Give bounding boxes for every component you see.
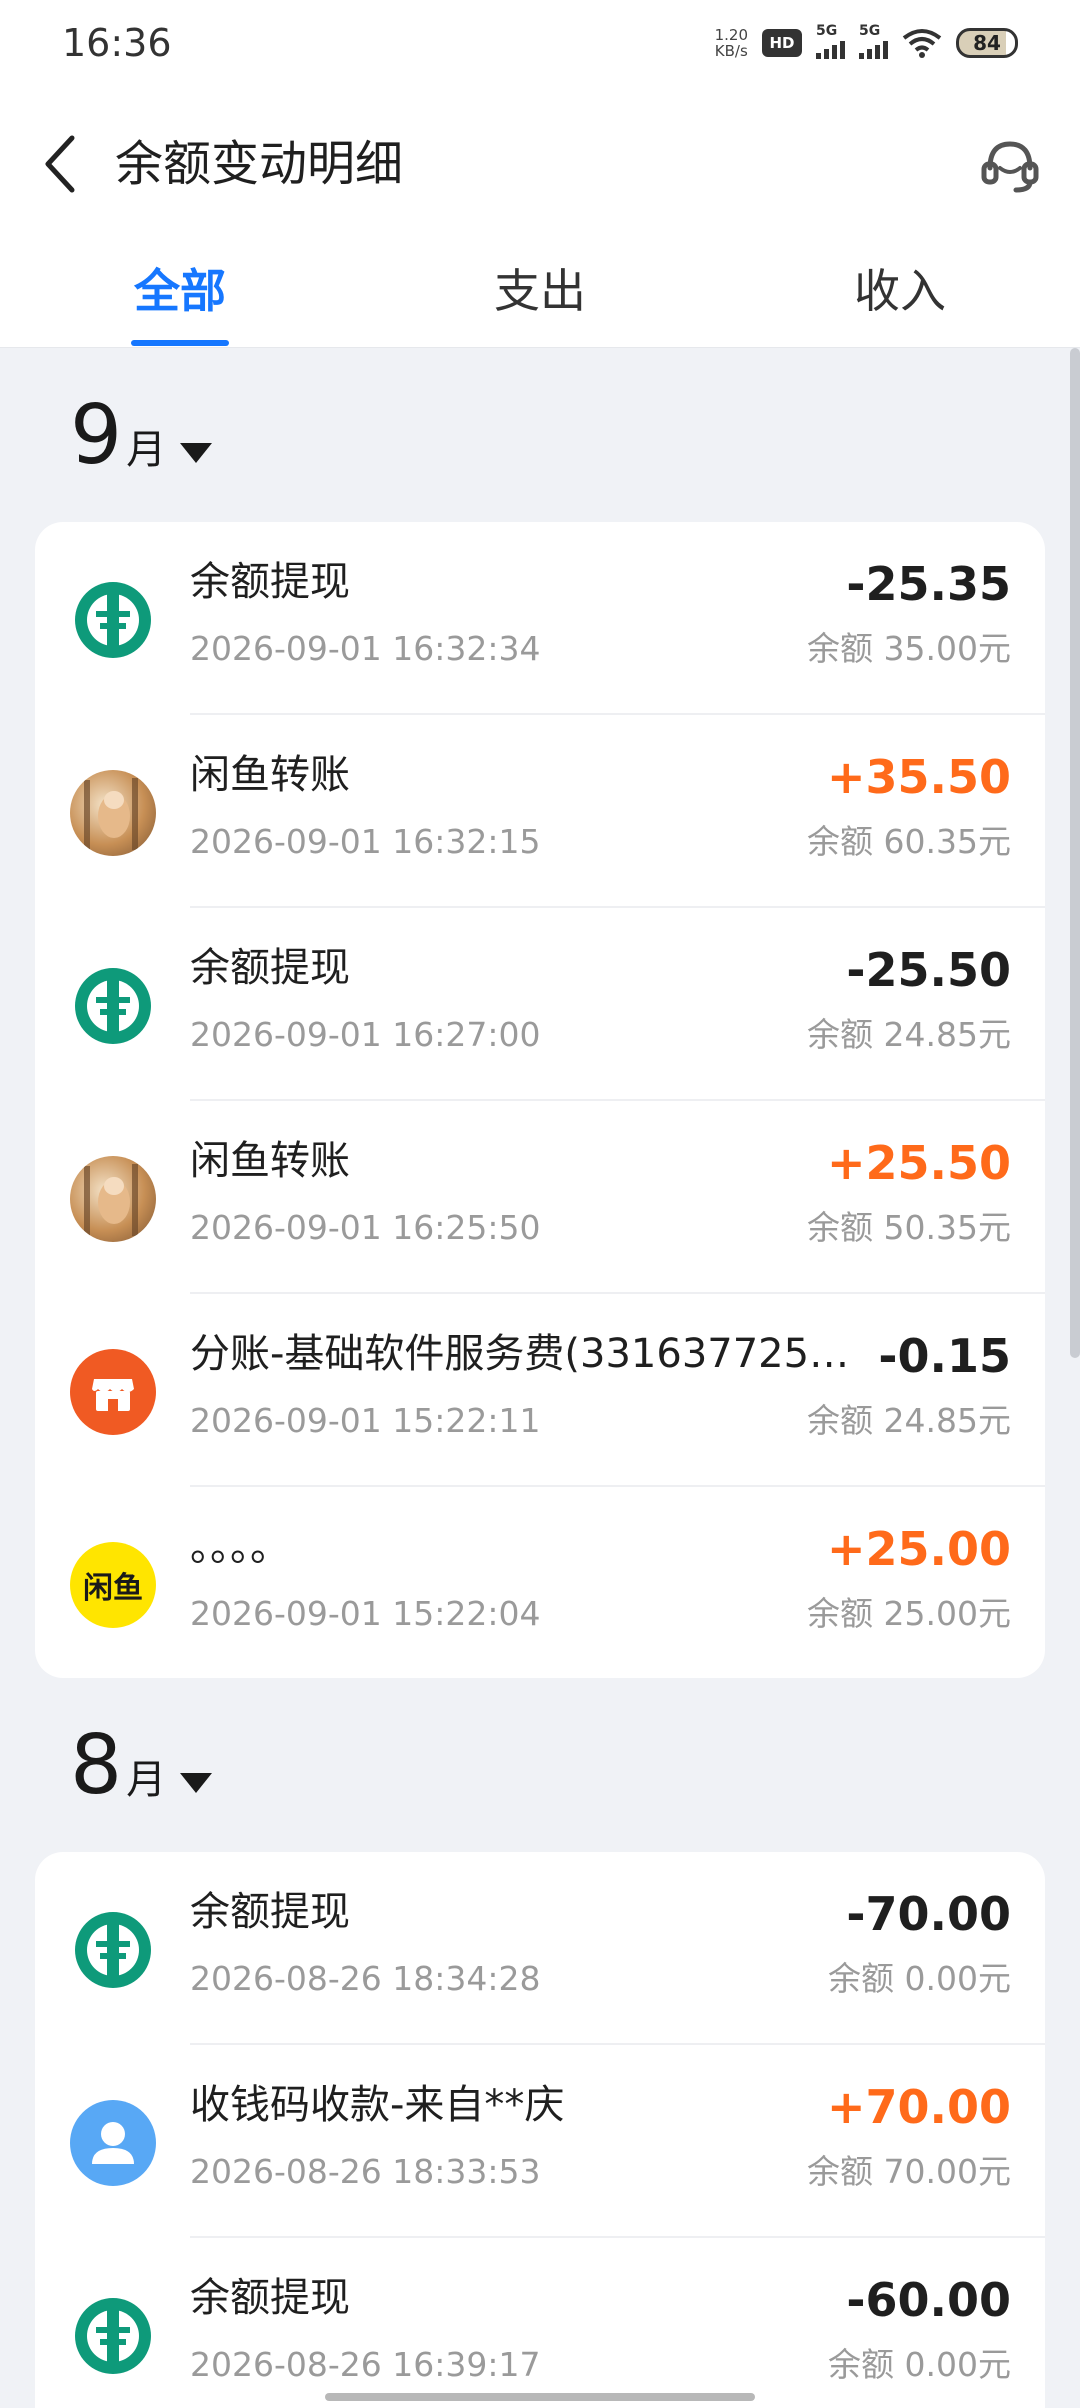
transaction-balance: 余额 70.00元 (807, 2152, 1011, 2191)
bank-logo-icon (70, 2293, 156, 2379)
month-unit: 月 (126, 1757, 167, 1803)
transaction-amount: -70.00 (846, 1887, 1011, 1941)
status-icons: 1.20 KB/s HD 5G 5G 84 (715, 23, 1018, 59)
transaction-time: 2026-09-01 16:27:00 (190, 1015, 541, 1054)
transaction-time: 2026-08-26 18:33:53 (190, 2152, 541, 2191)
bank-logo-icon (70, 1907, 156, 1993)
transaction-time: 2026-08-26 16:39:17 (190, 2345, 541, 2384)
customer-service-headset-icon (981, 141, 1039, 193)
transaction-title: 收钱码收款-来自**庆 (190, 2082, 565, 2128)
transaction-row[interactable]: 余额提现 2026-09-01 16:32:34 -25.35 余额 35.00… (35, 522, 1045, 715)
tab-income[interactable]: 收入 (800, 256, 1000, 326)
caret-down-icon (180, 443, 213, 463)
transaction-row[interactable]: 余额提现 2026-08-26 16:39:17 -60.00 余额 0.00元 (35, 2238, 1045, 2408)
transaction-balance: 余额 60.35元 (807, 822, 1011, 861)
transaction-amount: +35.50 (826, 750, 1011, 804)
xianyu-logo-icon: 闲鱼 (70, 1542, 156, 1628)
transaction-amount: -25.35 (846, 557, 1011, 611)
customer-service-button[interactable] (970, 126, 1050, 206)
status-bar: 16:36 1.20 KB/s HD 5G 5G 84 (0, 0, 1080, 86)
transaction-balance: 余额 0.00元 (828, 2345, 1011, 2384)
network-speed-value: 1.20 (714, 26, 748, 44)
status-time: 16:36 (62, 21, 172, 65)
month-number: 8 (70, 1718, 123, 1813)
transaction-card-september: 余额提现 2026-09-01 16:32:34 -25.35 余额 35.00… (35, 522, 1045, 1678)
scrollbar[interactable] (1070, 348, 1080, 1358)
month-number: 9 (70, 388, 123, 483)
transaction-title: 余额提现 (190, 1889, 350, 1935)
caret-down-icon (180, 1773, 213, 1793)
transaction-amount: -0.15 (878, 1329, 1011, 1383)
tab-expense[interactable]: 支出 (440, 256, 640, 326)
transaction-title: 分账-基础软件服务费(3316377255… (190, 1331, 870, 1377)
transaction-balance: 余额 35.00元 (807, 629, 1011, 668)
transaction-time: 2026-09-01 16:25:50 (190, 1208, 541, 1247)
tab-bar: 全部 支出 收入 (0, 236, 1080, 348)
chevron-left-icon (45, 135, 75, 193)
store-icon (70, 1349, 156, 1435)
transaction-row[interactable]: 闲鱼转账 2026-09-01 16:25:50 +25.50 余额 50.35… (35, 1101, 1045, 1294)
transaction-row[interactable]: 收钱码收款-来自**庆 2026-08-26 18:33:53 +70.00 余… (35, 2045, 1045, 2238)
month-selector-8[interactable]: 8 月 (70, 1718, 213, 1813)
hd-icon: HD (762, 29, 802, 57)
person-icon (70, 2100, 156, 2186)
home-indicator[interactable] (325, 2393, 755, 2401)
transaction-balance: 余额 24.85元 (807, 1015, 1011, 1054)
battery-icon: 84 (956, 28, 1018, 58)
month-selector-9[interactable]: 9 月 (70, 388, 213, 483)
tab-all[interactable]: 全部 (80, 256, 280, 326)
page-title: 余额变动明细 (115, 136, 404, 192)
header: 余额变动明细 (0, 86, 1080, 236)
user-photo-avatar (70, 1156, 156, 1242)
transaction-row[interactable]: 分账-基础软件服务费(3316377255… 2026-09-01 15:22:… (35, 1294, 1045, 1487)
network-speed: 1.20 KB/s (715, 27, 748, 59)
transaction-time: 2026-09-01 16:32:34 (190, 629, 541, 668)
transaction-title: 余额提现 (190, 559, 350, 605)
wifi-icon (902, 29, 942, 58)
tab-active-indicator (131, 340, 229, 346)
screen: 16:36 1.20 KB/s HD 5G 5G 84 余额变动明细 全部 支出… (0, 0, 1080, 2408)
transaction-title: 余额提现 (190, 2275, 350, 2321)
transaction-title: 。。。。 (190, 1524, 290, 1570)
transaction-row[interactable]: 闲鱼转账 2026-09-01 16:32:15 +35.50 余额 60.35… (35, 715, 1045, 908)
transaction-amount: +25.00 (826, 1522, 1011, 1576)
transaction-amount: -25.50 (846, 943, 1011, 997)
transaction-title: 余额提现 (190, 945, 350, 991)
transaction-balance: 余额 25.00元 (807, 1594, 1011, 1633)
transaction-time: 2026-09-01 15:22:11 (190, 1401, 541, 1440)
transaction-row[interactable]: 余额提现 2026-08-26 18:34:28 -70.00 余额 0.00元 (35, 1852, 1045, 2045)
transaction-amount: +25.50 (826, 1136, 1011, 1190)
cellular-signal-icon: 5G (816, 23, 845, 59)
network-speed-unit: KB/s (714, 42, 748, 60)
transaction-amount: -60.00 (846, 2273, 1011, 2327)
transaction-card-august: 余额提现 2026-08-26 18:34:28 -70.00 余额 0.00元… (35, 1852, 1045, 2408)
transaction-time: 2026-09-01 15:22:04 (190, 1594, 541, 1633)
bank-logo-icon (70, 577, 156, 663)
transaction-balance: 余额 50.35元 (807, 1208, 1011, 1247)
transaction-balance: 余额 24.85元 (807, 1401, 1011, 1440)
back-button[interactable] (30, 124, 90, 204)
transaction-title: 闲鱼转账 (190, 752, 350, 798)
transaction-title: 闲鱼转账 (190, 1138, 350, 1184)
transaction-balance: 余额 0.00元 (828, 1959, 1011, 1998)
transaction-time: 2026-09-01 16:32:15 (190, 822, 541, 861)
bank-logo-icon (70, 963, 156, 1049)
user-photo-avatar (70, 770, 156, 856)
month-unit: 月 (126, 427, 167, 473)
transaction-row[interactable]: 闲鱼 。。。。 2026-09-01 15:22:04 +25.00 余额 25… (35, 1487, 1045, 1678)
transaction-row[interactable]: 余额提现 2026-09-01 16:27:00 -25.50 余额 24.85… (35, 908, 1045, 1101)
transaction-amount: +70.00 (826, 2080, 1011, 2134)
transaction-time: 2026-08-26 18:34:28 (190, 1959, 541, 1998)
cellular-signal-icon-2: 5G (859, 23, 888, 59)
